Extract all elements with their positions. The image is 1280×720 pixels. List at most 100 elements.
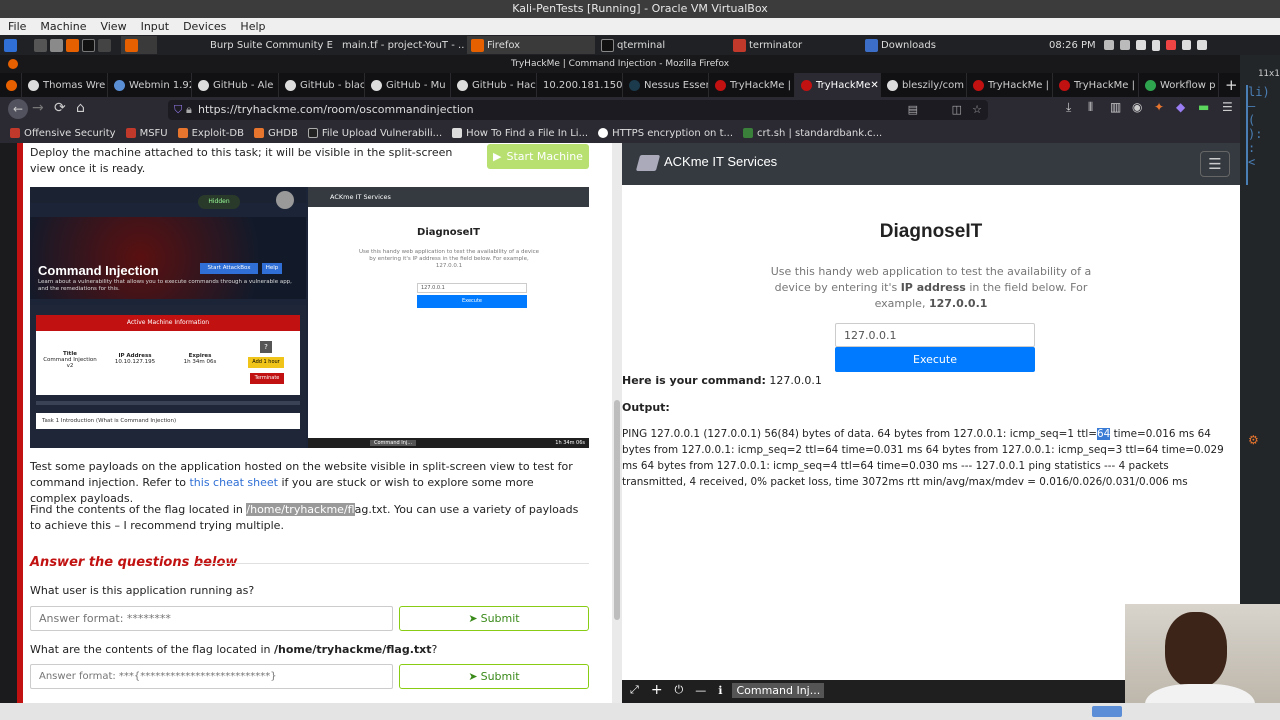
submit-1-button[interactable]: ➤ Submit [399,606,589,631]
padlock-icon[interactable]: 🔒︎ [186,100,192,120]
notification-bell-icon[interactable] [1135,40,1146,50]
minimize-icon[interactable]: — [695,684,706,697]
reload-button[interactable]: ⟳ [54,100,66,116]
menu-view[interactable]: View [100,20,126,33]
firefox-launcher-icon[interactable] [66,38,79,52]
start-machine-button[interactable]: ▶ Start Machine [487,144,589,169]
settings-gear-icon[interactable]: ⚙ [1248,433,1259,447]
execute-button[interactable]: Execute [835,347,1035,372]
menu-file[interactable]: File [8,20,26,33]
menu-help[interactable]: Help [240,20,265,33]
lock-icon[interactable] [1181,40,1191,50]
ip-address-input[interactable] [835,323,1035,347]
shield-icon[interactable]: ⛉ [174,100,182,120]
extension-icon[interactable]: ◉ [1132,100,1142,114]
menu-input[interactable]: Input [141,20,169,33]
tab-7[interactable]: 10.200.181.150/ [537,73,623,97]
bookmark-msfu[interactable]: MSFU [125,128,168,139]
tab-3[interactable]: GitHub - Ale [192,73,279,97]
bookmark-exploit-db[interactable]: Exploit-DB [177,128,244,139]
taskbar-task-firefox[interactable]: Firefox [467,36,595,54]
bookmark-crtsh[interactable]: crt.sh | standardbank.c... [743,128,882,139]
extension-icon-4[interactable]: ▬ [1198,100,1209,114]
url-bar[interactable]: ⛉ 🔒︎ https://tryhackme.com/room/oscomman… [168,100,988,120]
workflow-icon [1145,79,1156,91]
forward-button[interactable]: → [32,100,44,116]
back-button[interactable]: ← [8,99,28,119]
taskbar-task-downloads[interactable]: Downloads [861,36,1041,54]
tab-close-icon[interactable]: ✕ [870,80,878,91]
tab-6[interactable]: GitHub - Hac [451,73,537,97]
offsec-icon [10,128,20,138]
bookmark-https[interactable]: HTTPS encryption on t... [598,128,733,139]
flag-paragraph: Find the contents of the flag located in… [30,503,579,532]
taskbar-task-firefox-min[interactable] [121,36,157,54]
reader-view-icon[interactable]: ▤ [908,100,918,120]
display-icon[interactable] [1103,40,1114,50]
taskbar-task-qterminal[interactable]: qterminal [597,36,727,54]
tab-2[interactable]: Webmin 1.92 [108,73,192,97]
left-pane-scroll-thumb[interactable] [614,400,620,620]
home-button[interactable]: ⌂ [76,100,85,116]
command-injection-tab[interactable]: Command Inj... [732,682,825,698]
bookmark-find-file[interactable]: How To Find a File In Li... [452,128,588,139]
tab-4[interactable]: GitHub - blac [279,73,365,97]
tab-11[interactable]: bleszily/com [881,73,967,97]
sidebar-icon[interactable]: ▥ [1110,100,1121,114]
answer-1-input[interactable] [30,606,393,631]
bookmark-ghdb[interactable]: GHDB [253,128,298,139]
tab-8[interactable]: Nessus Essen [623,73,709,97]
pocket-icon[interactable]: ◫ [952,100,962,120]
menu-devices[interactable]: Devices [183,20,226,33]
network-icon[interactable] [1119,40,1130,50]
tab-12[interactable]: TryHackMe | [967,73,1053,97]
google-icon [598,128,609,138]
files-icon[interactable] [50,38,63,52]
folder-icon [865,38,878,52]
power-icon[interactable] [1165,40,1176,50]
power-icon[interactable]: ⏻ [675,683,684,697]
taskbar-task-burp[interactable]: Burp Suite Community E... [203,36,333,54]
app-title: DiagnoseIT [879,221,983,242]
deploy-text: Deploy the machine attached to this task… [30,146,453,175]
tab-10-active[interactable]: TryHackMe ✕ [795,73,881,97]
navbar-toggle-icon[interactable]: ☰ [1200,151,1230,177]
downloads-icon[interactable]: ⤓ [1066,100,1071,115]
thumb-room-desc: Learn about a vulnerability that allows … [38,279,292,292]
taskbar-task-terminator[interactable]: terminator [729,36,859,54]
bookmark-file-upload[interactable]: File Upload Vulnerabili... [307,128,442,139]
cheat-sheet-link[interactable]: this cheat sheet [189,476,277,489]
library-icon[interactable]: ⫴ [1088,100,1093,115]
file-upload-icon [307,128,318,138]
kali-menu-icon[interactable] [4,38,17,52]
paper-plane-icon: ➤ [468,612,478,625]
tab-5[interactable]: GitHub - Mu [365,73,451,97]
ackme-brand[interactable]: ACKme IT Services [664,154,777,169]
expand-icon[interactable]: ⤢ [630,683,639,697]
tab-1[interactable]: Thomas Wre [22,73,108,97]
ping-output: PING 127.0.0.1 (127.0.0.1) 56(84) bytes … [622,428,1224,488]
add-icon[interactable]: + [651,682,663,698]
app-launcher-icon[interactable] [98,38,111,52]
tab-9[interactable]: TryHackMe | [709,73,795,97]
logout-icon[interactable] [1196,40,1207,50]
taskbar-task-vscode[interactable]: main.tf - project-YouT - ... [335,36,465,54]
bookmark-star-icon[interactable]: ☆ [972,100,982,120]
clock: 08:26 PM [1049,39,1096,51]
workspace-icon[interactable] [34,38,47,52]
tab-13[interactable]: TryHackMe | [1053,73,1139,97]
extension-icon-2[interactable]: ✦ [1154,100,1164,114]
tab-0[interactable] [0,73,22,97]
bookmark-offensive-security[interactable]: Offensive Security [10,128,116,139]
terminal-launcher-icon[interactable] [82,38,95,52]
new-tab-button[interactable]: + [1225,76,1238,94]
extension-icon-3[interactable]: ◆ [1176,100,1185,114]
answer-2-input[interactable] [30,664,393,689]
kali-taskbar: Burp Suite Community E... main.tf - proj… [0,35,1280,55]
submit-2-button[interactable]: ➤ Submit [399,664,589,689]
menu-machine[interactable]: Machine [40,20,86,33]
hamburger-menu-icon[interactable]: ☰ [1222,100,1233,114]
vbox-menubar: File Machine View Input Devices Help [0,18,1280,35]
tab-14[interactable]: Workflow p [1139,73,1219,97]
info-icon[interactable]: ℹ [718,684,722,697]
